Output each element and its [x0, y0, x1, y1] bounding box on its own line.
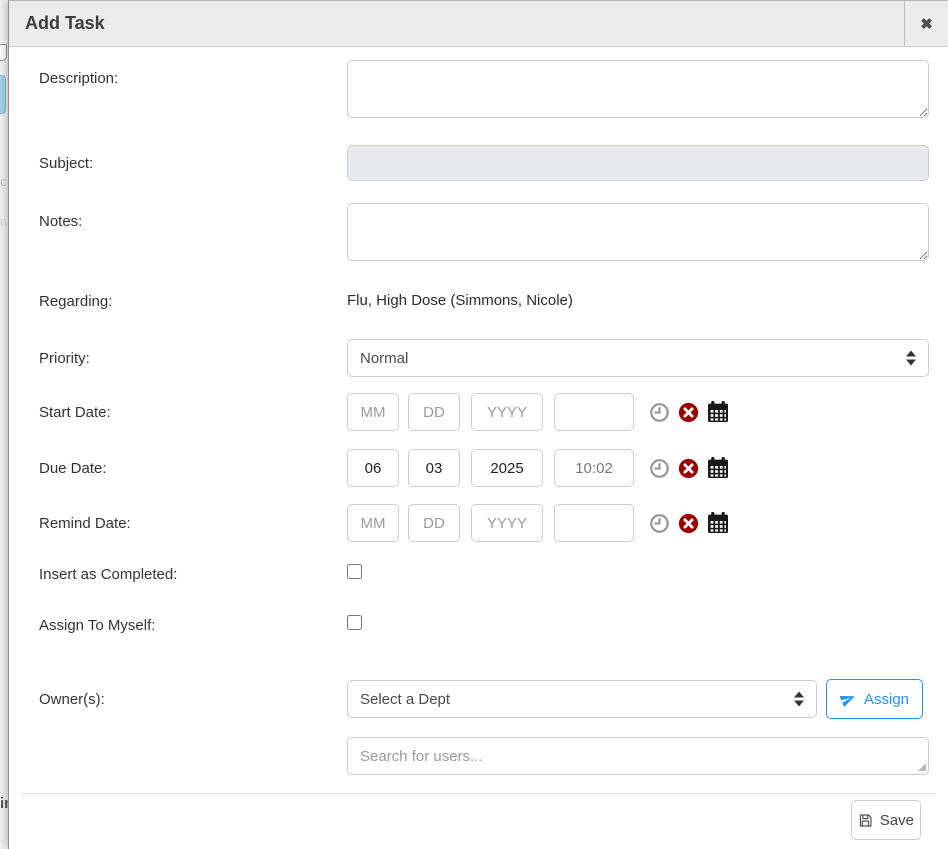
insert-completed-row: Insert as Completed: — [39, 564, 929, 584]
notes-label: Notes: — [39, 203, 347, 230]
due-date-label: Due Date: — [39, 460, 347, 477]
start-date-row: Start Date: — [39, 393, 929, 431]
due-date-row: Due Date: — [39, 449, 929, 487]
close-button[interactable]: ✖ — [904, 1, 948, 46]
background-text-fragment: c — [0, 174, 7, 189]
priority-label: Priority: — [39, 350, 347, 367]
calendar-icon — [707, 401, 729, 423]
modal-header: Add Task ✖ — [9, 0, 948, 47]
start-date-label: Start Date: — [39, 404, 347, 421]
save-floppy-icon — [858, 812, 873, 829]
remind-date-calendar-button[interactable] — [707, 512, 729, 534]
priority-select[interactable]: Normal — [347, 339, 929, 377]
calendar-icon — [707, 512, 729, 534]
assign-myself-row: Assign To Myself: — [39, 615, 929, 635]
remind-day-input[interactable] — [408, 504, 460, 542]
add-task-modal: Add Task ✖ Description: Subject: Notes: — [8, 0, 948, 849]
regarding-label: Regarding: — [39, 293, 347, 310]
paper-plane-icon — [840, 691, 856, 707]
clock-icon — [649, 458, 670, 479]
start-date-clear-button[interactable] — [678, 402, 699, 423]
resize-handle-icon[interactable] — [918, 763, 926, 771]
clear-circle-icon — [678, 402, 699, 423]
notes-textarea[interactable] — [347, 203, 929, 261]
subject-input — [347, 145, 929, 181]
footer-divider — [21, 793, 936, 794]
start-month-input[interactable] — [347, 393, 399, 431]
remind-time-input[interactable] — [554, 504, 634, 542]
remind-date-row: Remind Date: — [39, 504, 929, 542]
modal-body: Description: Subject: Notes: Regarding: … — [9, 47, 948, 775]
user-search-row — [39, 737, 929, 775]
user-search-input[interactable] — [347, 737, 929, 775]
due-day-input[interactable] — [408, 449, 460, 487]
background-fragment-highlight — [0, 75, 6, 114]
start-time-picker-button[interactable] — [649, 402, 670, 423]
clear-circle-icon — [678, 458, 699, 479]
close-icon: ✖ — [920, 15, 933, 33]
due-date-clear-button[interactable] — [678, 458, 699, 479]
clock-icon — [649, 402, 670, 423]
start-date-calendar-button[interactable] — [707, 401, 729, 423]
priority-row: Priority: Normal — [39, 339, 929, 377]
assign-button[interactable]: Assign — [826, 679, 923, 719]
save-button[interactable]: Save — [851, 800, 921, 840]
assign-button-label: Assign — [864, 691, 909, 708]
start-time-input[interactable] — [554, 393, 634, 431]
insert-completed-label: Insert as Completed: — [39, 566, 347, 583]
due-time-input[interactable] — [554, 449, 634, 487]
remind-date-clear-button[interactable] — [678, 513, 699, 534]
subject-label: Subject: — [39, 155, 347, 172]
save-button-label: Save — [880, 812, 914, 829]
notes-row: Notes: — [39, 203, 929, 266]
dept-select[interactable]: Select a Dept — [347, 680, 817, 718]
description-textarea[interactable] — [347, 60, 929, 118]
calendar-icon — [707, 457, 729, 479]
remind-date-label: Remind Date: — [39, 515, 347, 532]
insert-completed-checkbox[interactable] — [347, 564, 362, 579]
clear-circle-icon — [678, 513, 699, 534]
remind-year-input[interactable] — [471, 504, 543, 542]
background-fragment-box — [0, 44, 7, 61]
start-day-input[interactable] — [408, 393, 460, 431]
clock-icon — [649, 513, 670, 534]
subject-row: Subject: — [39, 145, 929, 181]
due-year-input[interactable] — [471, 449, 543, 487]
owners-label: Owner(s): — [39, 691, 347, 708]
start-year-input[interactable] — [471, 393, 543, 431]
due-time-picker-button[interactable] — [649, 458, 670, 479]
due-date-calendar-button[interactable] — [707, 457, 729, 479]
regarding-row: Regarding: Flu, High Dose (Simmons, Nico… — [39, 292, 929, 310]
due-month-input[interactable] — [347, 449, 399, 487]
assign-myself-label: Assign To Myself: — [39, 617, 347, 634]
remind-time-picker-button[interactable] — [649, 513, 670, 534]
remind-month-input[interactable] — [347, 504, 399, 542]
regarding-value: Flu, High Dose (Simmons, Nicole) — [347, 292, 573, 309]
modal-title: Add Task — [9, 1, 904, 46]
description-label: Description: — [39, 60, 347, 87]
owners-row: Owner(s): Select a Dept Assign — [39, 679, 929, 719]
description-row: Description: — [39, 60, 929, 123]
assign-myself-checkbox[interactable] — [347, 615, 362, 630]
